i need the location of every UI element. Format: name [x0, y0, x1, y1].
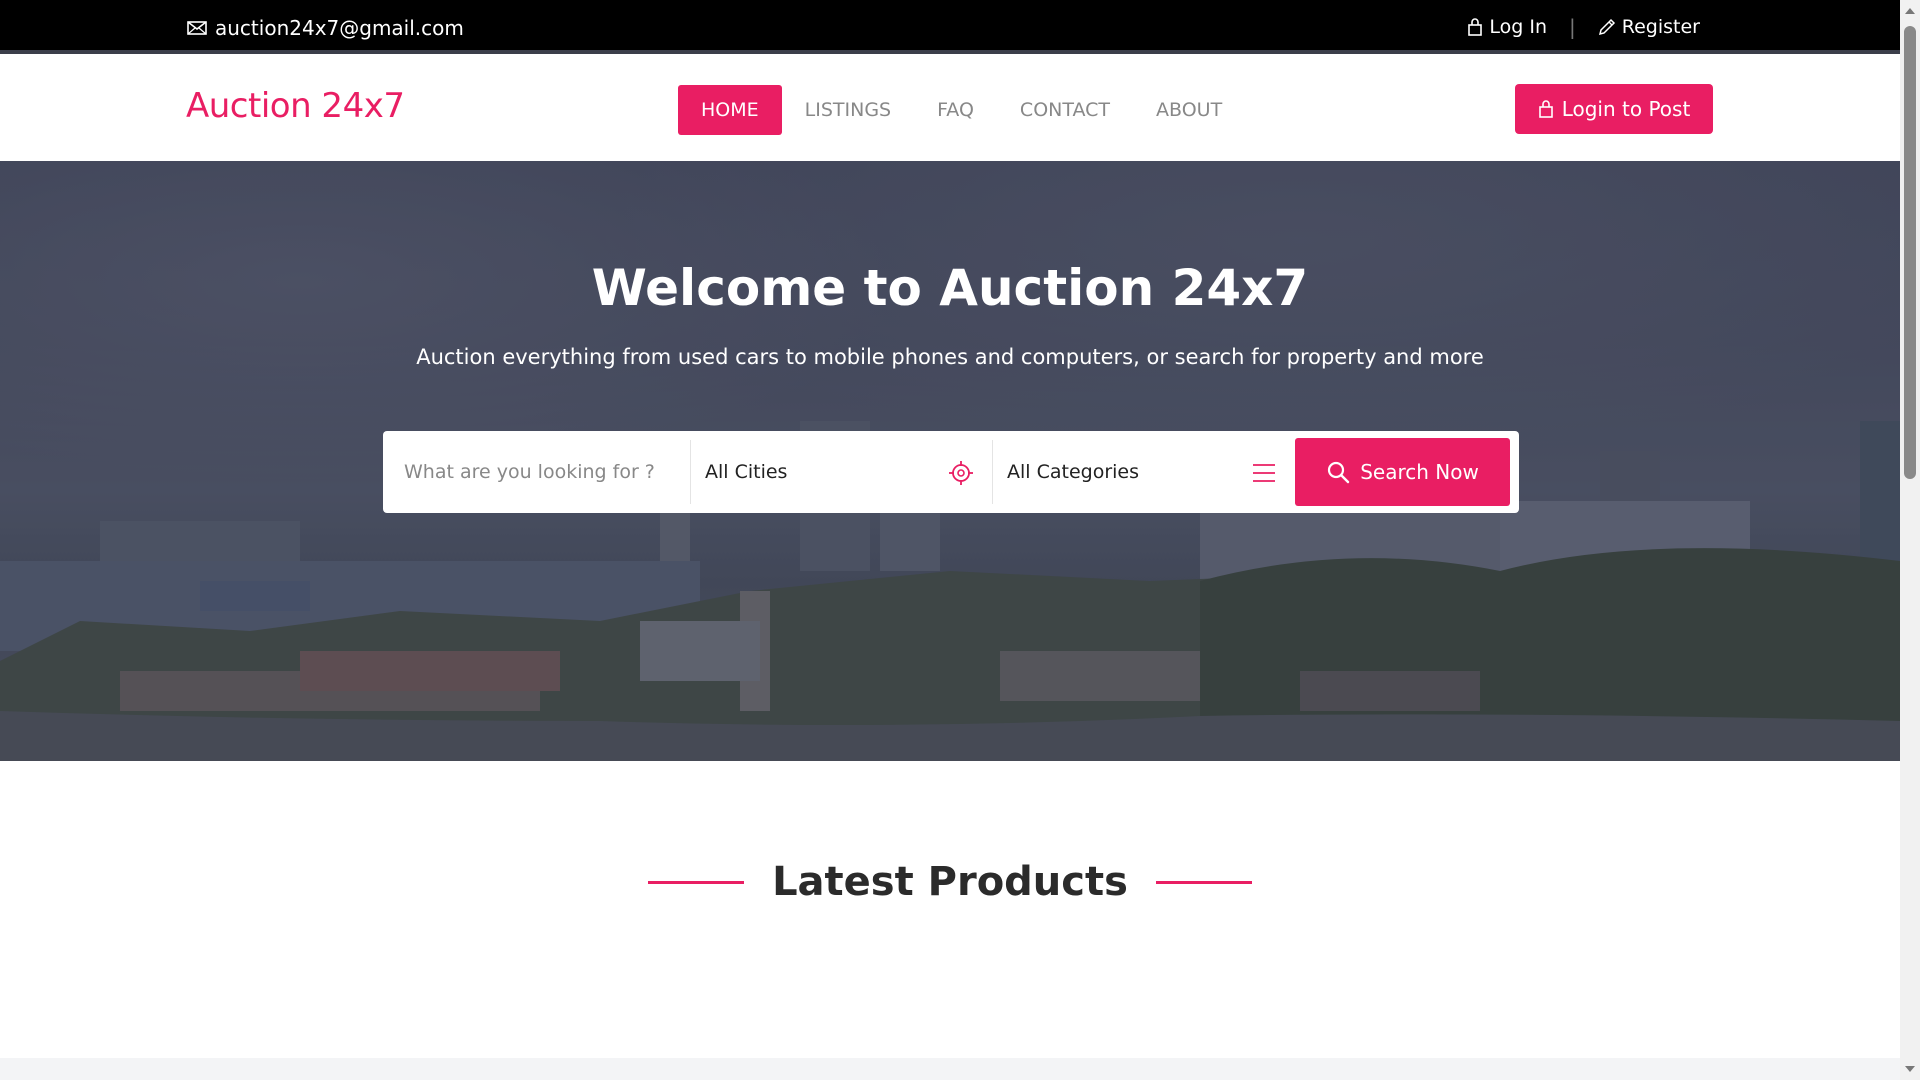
heading-divider-right: [1155, 880, 1252, 884]
register-label: Register: [1621, 16, 1700, 38]
post-button-label: Login to Post: [1561, 97, 1691, 121]
main-header: Auction 24x7 HOME LISTINGS FAQ CONTACT A…: [0, 58, 1900, 161]
page-scrollbar[interactable]: [1900, 0, 1920, 1080]
nav-listings[interactable]: LISTINGS: [782, 85, 914, 135]
login-label: Log In: [1489, 16, 1548, 38]
login-link[interactable]: Log In: [1467, 16, 1547, 38]
search-now-button[interactable]: Search Now: [1295, 438, 1510, 506]
latest-products-title: Latest Products: [772, 859, 1128, 905]
nav-faq[interactable]: FAQ: [914, 85, 997, 135]
register-link[interactable]: Register: [1598, 16, 1700, 38]
latest-products-heading: Latest Products: [0, 852, 1900, 912]
city-select[interactable]: All Cities: [691, 440, 993, 504]
email-text: auction24x7@gmail.com: [215, 16, 464, 40]
category-select[interactable]: All Categories: [993, 440, 1295, 504]
page: auction24x7@gmail.com Log In | Register …: [0, 0, 1920, 1080]
lock-icon: [1468, 18, 1483, 36]
login-to-post-button[interactable]: Login to Post: [1515, 84, 1713, 134]
next-section-strip: [0, 1058, 1900, 1080]
nav-about[interactable]: ABOUT: [1133, 85, 1245, 135]
hero-title: Welcome to Auction 24x7: [591, 259, 1309, 317]
main-nav: HOME LISTINGS FAQ CONTACT ABOUT: [678, 85, 1245, 135]
category-select-value: All Categories: [1007, 461, 1140, 483]
nav-contact[interactable]: CONTACT: [997, 85, 1133, 135]
search-form: All Cities All Categories: [383, 431, 1519, 513]
menu-lines-icon[interactable]: [1251, 460, 1277, 486]
magnifier-icon: [1328, 461, 1350, 484]
scrollbar-thumb[interactable]: [1904, 26, 1916, 479]
keyword-field: [383, 440, 691, 504]
scroll-down-arrow-icon[interactable]: [1905, 1066, 1915, 1072]
nav-home[interactable]: HOME: [678, 85, 782, 135]
site-logo[interactable]: Auction 24x7: [186, 86, 405, 126]
link-separator: |: [1569, 15, 1576, 39]
crosshair-icon[interactable]: [948, 460, 974, 486]
pencil-icon: [1598, 18, 1615, 36]
account-links: Log In | Register: [1467, 15, 1700, 39]
contact-email[interactable]: auction24x7@gmail.com: [187, 16, 464, 40]
hero-banner: Welcome to Auction 24x7 Auction everythi…: [0, 161, 1900, 761]
search-button-label: Search Now: [1360, 460, 1479, 484]
scroll-up-arrow-icon[interactable]: [1905, 8, 1915, 14]
hero-subtitle: Auction everything from used cars to mob…: [416, 345, 1484, 369]
search-input[interactable]: [404, 461, 674, 483]
top-bar: auction24x7@gmail.com Log In | Register: [0, 0, 1900, 54]
envelope-icon: [187, 21, 207, 35]
lock-icon: [1538, 100, 1553, 118]
city-select-value: All Cities: [705, 461, 788, 483]
heading-divider-left: [648, 880, 745, 884]
